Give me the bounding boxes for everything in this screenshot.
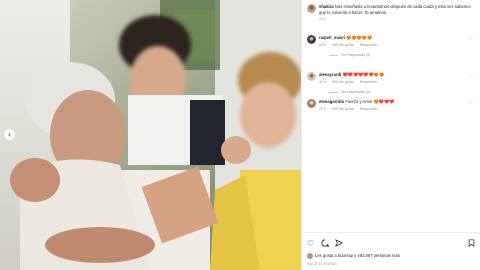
author-username[interactable]: shakira [319,4,334,9]
reply-button[interactable]: Responder [360,43,378,47]
heart-icon[interactable]: ♡ [469,36,473,43]
comment-age: 12 h [319,79,326,84]
comment-likes[interactable]: 368 Me gusta [332,43,354,47]
comment-item: raquel_masri 😍😍😍😍😍 33 h 368 Me gusta Res… [307,35,477,59]
chevron-left-icon[interactable]: ‹ [4,129,15,140]
overlay-backdrop: ‹ shakira Nos enseñaste a levantarnos de… [0,0,480,270]
liker-avatar [307,253,313,259]
comment-likes[interactable]: 456 Me gusta [332,107,354,111]
commenter-avatar[interactable] [307,72,316,81]
divider [302,232,480,233]
view-replies-button[interactable]: Ver respuestas (2) [329,90,477,96]
post-date: HACE 22 HORAS [307,262,337,266]
comment-username[interactable]: elenagarrido [319,99,344,104]
caption-age: 22 h [319,17,326,22]
likes-text[interactable]: Les gusta a bizarrap y 493.867 personas … [315,253,400,258]
caption-text: Nos enseñaste a levantarnos después de c… [319,4,472,15]
likes-summary[interactable]: Les gusta a bizarrap y 493.867 personas … [307,253,400,259]
heart-icon[interactable]: ♡ [469,73,473,80]
share-icon[interactable] [334,238,344,250]
comment-age: 33 h [319,42,326,47]
comment-item: elenagarrido Fuerza y Amor 😍❤️❤️❤️ 22 h … [307,99,477,112]
heart-icon[interactable]: ♡ [469,100,473,107]
close-icon[interactable]: ✕ [466,3,478,15]
commenter-avatar[interactable] [307,99,316,108]
comment-text: 😍😍😍😍😍 [346,35,373,40]
comment-text: ❤️❤️❤️❤️❤️❤️😍😍 [342,72,385,77]
reply-button[interactable]: Responder [360,107,378,111]
comment-username[interactable]: raquel_masri [319,35,345,40]
reply-button[interactable]: Responder [360,80,378,84]
author-avatar[interactable] [307,4,316,13]
post-modal: ‹ shakira Nos enseñaste a levantarnos de… [0,0,480,270]
comment-age: 22 h [319,106,326,111]
comments-panel: shakira Nos enseñaste a levantarnos desp… [301,0,480,270]
bookmark-icon[interactable] [468,239,475,250]
post-photo[interactable]: ‹ [0,0,301,270]
comment-text: Fuerza y Amor 😍❤️❤️❤️ [345,99,395,104]
caption: shakira Nos enseñaste a levantarnos desp… [307,4,477,23]
commenter-avatar[interactable] [307,35,316,44]
action-bar: ♡ [307,238,475,250]
view-replies-button[interactable]: Ver respuestas (3) [329,53,477,59]
comment-item: alenayrardi ❤️❤️❤️❤️❤️❤️😍😍 12 h 596 Me g… [307,72,477,96]
comment-username[interactable]: alenayrardi [319,72,341,77]
comment-likes[interactable]: 596 Me gusta [332,80,354,84]
post-image [0,0,301,270]
heart-icon[interactable]: ♡ [307,239,314,249]
comment-icon[interactable] [321,239,330,250]
